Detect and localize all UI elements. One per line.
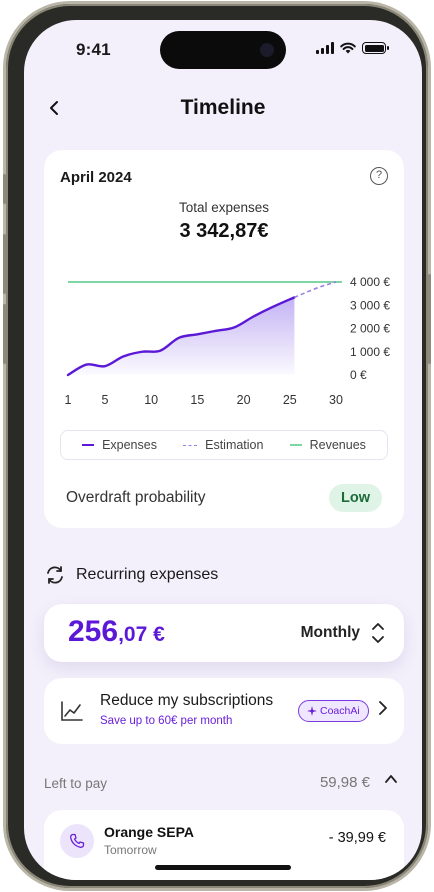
total-expenses-value: 3 342,87€ (179, 220, 269, 242)
phone-frame: 9:41 Timeline April 2024 ? Total expense… (3, 4, 431, 888)
x-tick-label: 25 (283, 393, 297, 407)
reduce-subscriptions-title: Reduce my subscriptions (100, 692, 274, 709)
recurring-amount-decimal: ,07 € (118, 623, 165, 646)
trend-chart-icon (61, 701, 83, 721)
reduce-subscriptions-subtitle: Save up to 60€ per month (100, 715, 233, 727)
home-indicator (155, 865, 291, 870)
action-button (3, 174, 6, 204)
recurring-amount: 256,07 € (68, 615, 165, 649)
payment-date: Tomorrow (104, 843, 157, 857)
legend-expenses: Expenses (82, 438, 157, 452)
legend-estimation: Estimation (183, 438, 263, 452)
signal-icon (316, 42, 334, 54)
legend-revenues-label: Revenues (309, 438, 366, 452)
legend-expenses-label: Expenses (102, 438, 157, 452)
x-tick-label: 15 (190, 393, 204, 407)
period-select-label[interactable]: Monthly (301, 624, 360, 642)
y-tick-label: 1 000 € (350, 345, 390, 359)
y-tick-label: 4 000 € (350, 275, 390, 289)
reduce-subscriptions-card[interactable]: Reduce my subscriptions Save up to 60€ p… (44, 678, 404, 744)
expenses-chart: 4 000 €3 000 €2 000 €1 000 €0 €1 5 10 15 20 2… (65, 275, 391, 407)
legend-revenues: Revenues (289, 438, 366, 452)
expenses-chart-card: April 2024 ? Total expenses 3 342,87€ 4 … (44, 150, 404, 528)
left-to-pay-value: 59,98 € (319, 774, 370, 791)
help-icon[interactable]: ? (370, 167, 388, 185)
overdraft-status-badge: Low (329, 484, 382, 512)
y-tick-label: 0 € (350, 368, 367, 382)
y-tick-label: 2 000 € (350, 322, 390, 336)
x-tick-label: 10 (144, 393, 158, 407)
volume-down-button (3, 304, 6, 364)
payment-amount: - 39,99 € (328, 830, 386, 846)
volume-up-button (3, 234, 6, 294)
payment-name: Orange SEPA (104, 824, 194, 840)
left-to-pay-label: Left to pay (44, 776, 108, 791)
x-tick-label: 1 (65, 393, 72, 407)
x-tick-label: 20 (237, 393, 251, 407)
wifi-icon (340, 42, 356, 54)
chart-legend: Expenses Estimation Revenues (60, 430, 388, 460)
total-expenses-label: Total expenses (178, 200, 270, 215)
phone-icon (60, 824, 94, 858)
estimation-line (294, 281, 337, 299)
chevron-up-down-icon[interactable] (370, 620, 386, 646)
month-label: April 2024 (60, 169, 132, 186)
legend-revenues-swatch (289, 444, 302, 446)
sparkle-icon (307, 706, 317, 716)
status-icons (316, 42, 389, 54)
recurring-expenses-title: Recurring expenses (76, 566, 219, 583)
x-tick-label: 30 (329, 393, 343, 407)
chevron-up-icon[interactable] (384, 772, 398, 786)
legend-expenses-swatch (82, 444, 95, 446)
coachai-badge: CoachAi (298, 700, 369, 722)
legend-estimation-label: Estimation (205, 438, 264, 452)
recurring-amount-card: 256,07 € Monthly (44, 604, 404, 662)
coachai-badge-label: CoachAi (320, 704, 360, 717)
battery-icon (362, 42, 389, 54)
recurring-expenses-header: Recurring expenses (44, 564, 218, 586)
power-button (428, 274, 431, 364)
status-bar: 9:41 (24, 20, 422, 72)
overdraft-label: Overdraft probability (66, 489, 206, 506)
dynamic-island (160, 31, 286, 69)
x-tick-label: 5 (101, 393, 108, 407)
legend-estimation-swatch (183, 444, 198, 446)
header: Timeline (24, 90, 422, 130)
page-title: Timeline (180, 96, 266, 119)
recurring-amount-integer: 256 (68, 615, 119, 648)
refresh-icon (47, 566, 63, 584)
chevron-right-icon (379, 701, 387, 715)
y-tick-label: 3 000 € (350, 298, 390, 312)
status-time: 9:41 (76, 40, 111, 59)
screen: 9:41 Timeline April 2024 ? Total expense… (24, 20, 422, 880)
